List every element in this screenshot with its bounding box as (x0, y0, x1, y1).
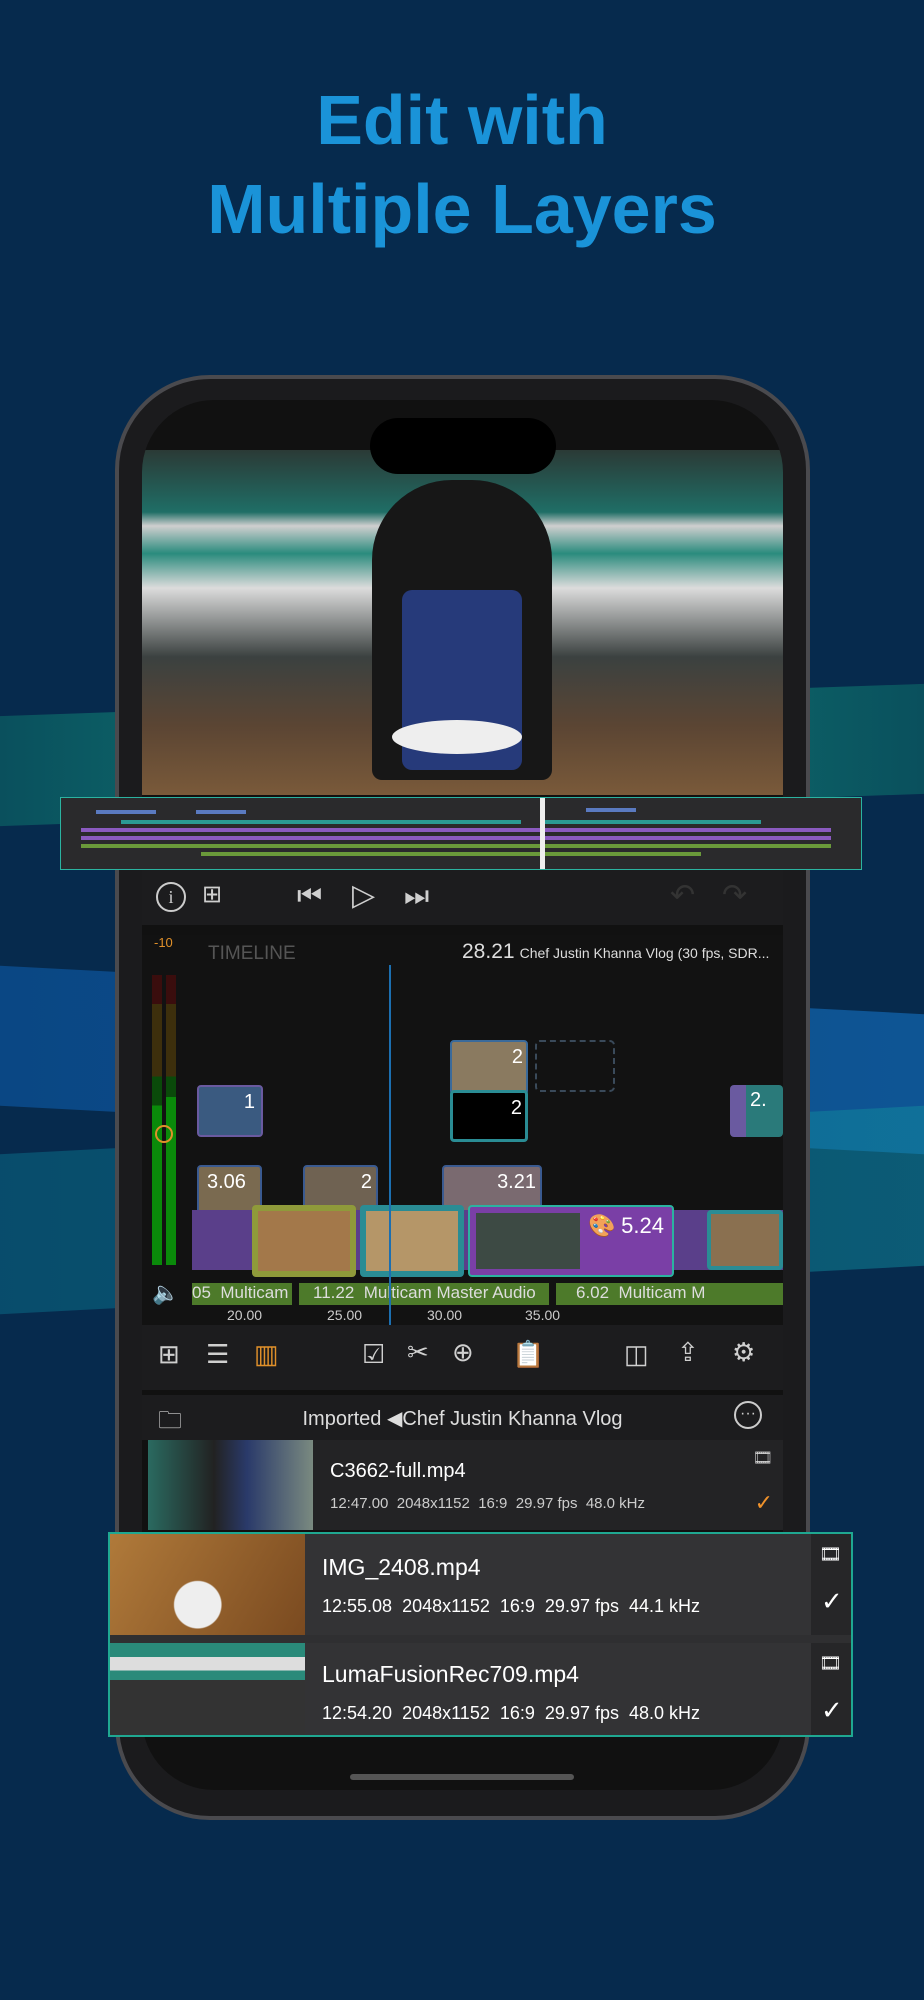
settings-icon[interactable]: ⚙ (732, 1337, 755, 1368)
audio-duration: 05 (192, 1283, 211, 1302)
dynamic-island (370, 418, 556, 474)
select-icon[interactable]: ☑ (362, 1339, 385, 1370)
overview-playhead[interactable] (540, 798, 545, 869)
audio-clip[interactable]: 6.02 Multicam M (556, 1283, 783, 1305)
ruler-tick: 35.00 (525, 1307, 561, 1323)
clip-duration: 2 (511, 1046, 523, 1068)
add-icon[interactable]: ⊕ (452, 1337, 474, 1368)
main-clip-selected[interactable]: 🎨 5.24 (468, 1205, 674, 1277)
timeline-panel[interactable]: TIMELINE 28.21 Chef Justin Khanna Vlog (… (142, 935, 783, 1325)
file-meta: 12:55.08 2048x1152 16:9 29.97 fps 44.1 k… (322, 1596, 701, 1616)
overlay-clip-top[interactable]: 2 (450, 1040, 528, 1095)
waveform-icon[interactable]: ▥ (254, 1339, 279, 1370)
clip-duration: 3.21 (497, 1171, 536, 1193)
audio-duration: 11.22 (313, 1283, 355, 1302)
clip-duration: 2 (360, 1171, 372, 1193)
clip-duration: 5.24 (621, 1213, 664, 1238)
layout-icon[interactable]: ◫ (624, 1339, 649, 1370)
title-clip-2[interactable]: 2. (730, 1085, 783, 1137)
meter-label: -10 (154, 935, 173, 950)
library-breadcrumb[interactable]: Imported ◀Chef Justin Khanna Vlog (142, 1406, 783, 1431)
clip-duration: 2. (750, 1089, 767, 1111)
library-header: 🗀 Imported ◀Chef Justin Khanna Vlog ··· (142, 1395, 783, 1440)
main-clip-teal-2[interactable] (707, 1210, 783, 1270)
list-icon[interactable]: ☰ (206, 1339, 229, 1370)
home-indicator (350, 1774, 574, 1780)
ruler-tick: 20.00 (227, 1307, 263, 1323)
library-item[interactable]: C3662-full.mp4 12:47.00 2048x1152 16:9 2… (148, 1440, 783, 1530)
ruler[interactable]: 20.00 25.00 30.00 35.00 (142, 1307, 783, 1325)
audio-level-meter (152, 975, 192, 1315)
add-track-icon[interactable]: ⊞ (158, 1339, 180, 1370)
redo-icon[interactable]: ↷ (722, 878, 747, 913)
breadcrumb-folder: Imported (302, 1408, 382, 1430)
empty-clip-placeholder[interactable] (535, 1040, 615, 1092)
clip-thumbnail (110, 1643, 305, 1735)
headline-line1: Edit with (316, 81, 608, 159)
main-clip-olive[interactable] (252, 1205, 356, 1277)
audio-duration: 6.02 (576, 1283, 610, 1302)
play-icon[interactable]: ▷ (352, 878, 375, 913)
used-checkmark-icon: ✓ (754, 1490, 773, 1515)
skip-forward-icon[interactable]: ⏭ (404, 880, 429, 913)
file-name: IMG_2408.mp4 (322, 1554, 481, 1580)
item-status-column: 🎞 ✓ (811, 1534, 851, 1635)
ruler-tick: 25.00 (327, 1307, 363, 1323)
breadcrumb-current: Chef Justin Khanna Vlog (402, 1408, 623, 1430)
audio-clip[interactable]: 05 Multicam (192, 1283, 292, 1305)
share-icon[interactable]: ⇪ (677, 1337, 699, 1368)
library-item[interactable]: IMG_2408.mp4 12:55.08 2048x1152 16:9 29.… (110, 1534, 851, 1635)
file-meta: 12:54.20 2048x1152 16:9 29.97 fps 48.0 k… (322, 1703, 701, 1723)
video-preview (142, 450, 783, 795)
playhead-time: 28.21 (462, 940, 515, 963)
used-checkmark-icon: ✓ (821, 1586, 843, 1616)
project-info: Chef Justin Khanna Vlog (30 fps, SDR... (519, 945, 770, 961)
skip-back-icon[interactable]: ⏮ (297, 880, 322, 913)
file-name: LumaFusionRec709.mp4 (322, 1661, 579, 1687)
file-name: C3662-full.mp4 (330, 1460, 466, 1482)
preview-plate (392, 720, 522, 754)
used-checkmark-icon: ✓ (821, 1695, 843, 1725)
transport-bar: i ⊞ ⏮ ▷ ⏭ ↶ ↷ (142, 870, 783, 925)
scissors-icon[interactable]: ✂ (407, 1337, 429, 1368)
edit-toolbar: ⊞ ☰ ▥ ☑ ✂ ⊕ 📋 ◫ ⇪ ⚙ (142, 1325, 783, 1390)
playhead[interactable] (389, 965, 391, 1325)
headline-line2: Multiple Layers (207, 170, 717, 248)
add-marker-icon[interactable]: ⊞ (202, 880, 222, 909)
palette-icon: 🎨 (588, 1213, 616, 1238)
video-audio-icon: 🎞 (819, 1544, 842, 1564)
main-clip-teal[interactable] (360, 1205, 464, 1277)
volume-icon[interactable]: 🔈 (152, 1280, 179, 1306)
ruler-tick: 30.00 (427, 1307, 463, 1323)
info-icon[interactable]: i (156, 882, 186, 912)
audio-name: Multicam M (618, 1283, 706, 1302)
title-clip[interactable]: 1 (197, 1085, 263, 1137)
file-meta: 12:47.00 2048x1152 16:9 29.97 fps 48.0 k… (330, 1495, 646, 1512)
more-icon[interactable]: ··· (734, 1401, 762, 1429)
video-audio-icon: 🎞 (819, 1653, 842, 1673)
library-item[interactable]: LumaFusionRec709.mp4 12:54.20 2048x1152 … (110, 1643, 851, 1735)
item-status-column: 🎞 ✓ (811, 1643, 851, 1735)
timeline-label: TIMELINE (208, 943, 296, 964)
undo-icon[interactable]: ↶ (670, 878, 695, 913)
video-audio-icon: 🎞 (752, 1450, 773, 1467)
overlay-clip-mid[interactable]: 2 (450, 1090, 528, 1142)
audio-name: Multicam (220, 1283, 289, 1302)
highlighted-library-items: IMG_2408.mp4 12:55.08 2048x1152 16:9 29.… (108, 1532, 853, 1737)
meter-knob[interactable] (155, 1125, 173, 1143)
audio-clip[interactable]: 11.22 Multicam Master Audio (299, 1283, 549, 1305)
clip-thumbnail (148, 1440, 313, 1530)
clip-duration: 2 (510, 1097, 522, 1119)
timeline-header: 28.21 Chef Justin Khanna Vlog (30 fps, S… (462, 940, 769, 964)
timeline-overview[interactable] (60, 797, 862, 870)
paste-icon[interactable]: 📋 (512, 1339, 544, 1370)
clip-duration: 1 (243, 1091, 255, 1113)
clip-thumbnail (110, 1534, 305, 1635)
clip-duration: 3.06 (207, 1171, 246, 1193)
